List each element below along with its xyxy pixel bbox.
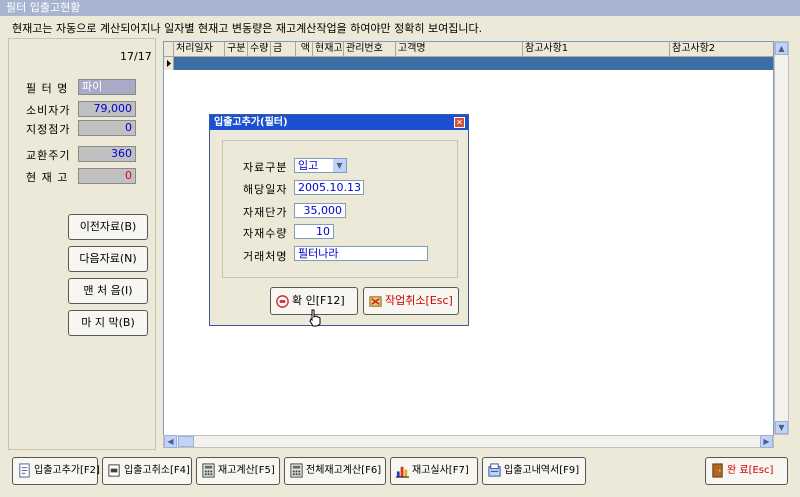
- data-type-select[interactable]: 입고 ▼: [294, 158, 347, 173]
- add-inout-button[interactable]: 입출고추가[F2]: [12, 457, 100, 485]
- chevron-down-icon[interactable]: ▼: [333, 159, 346, 172]
- vendor-label: 거래처명: [243, 250, 288, 263]
- cancel-inout-button[interactable]: 입출고취소[F4]: [102, 457, 192, 485]
- prev-record-button[interactable]: 이전자료(B): [68, 214, 148, 240]
- hand-cursor-icon: [309, 309, 321, 327]
- scroll-left-arrow-icon[interactable]: ◀: [164, 435, 177, 448]
- stock-audit-label: 재고실사[F7]: [412, 465, 469, 476]
- stock-audit-button[interactable]: 재고실사[F7]: [390, 457, 478, 485]
- consumer-price-value: 79,000: [78, 101, 136, 117]
- col-manage-no[interactable]: 관리번호: [344, 42, 396, 56]
- stock-calc-button[interactable]: 재고계산[F5]: [196, 457, 280, 485]
- col-note1[interactable]: 참고사항1: [523, 42, 670, 56]
- confirm-label: 확 인[F12]: [292, 294, 345, 307]
- cancel-icon: [369, 295, 382, 307]
- current-stock-value: 0: [78, 168, 136, 184]
- left-panel: [8, 38, 156, 450]
- main-window: 필터 입출고현황 현재고는 자동으로 계산되어지나 일자별 현재고 변동량은 재…: [0, 0, 800, 497]
- close-icon[interactable]: ✕: [454, 117, 465, 128]
- record-counter: 17/17: [120, 50, 152, 63]
- row-indicator-header: [164, 42, 174, 56]
- cancel-label: 작업취소[Esc]: [385, 294, 453, 307]
- row-indicator: [164, 57, 174, 70]
- add-inout-label: 입출고추가[F2]: [34, 465, 100, 476]
- add-inout-dialog: 입출고추가(필터) ✕ 자료구분 입고 ▼ 해당일자 2005.10.13 자재…: [209, 114, 469, 327]
- confirm-icon: [276, 294, 289, 308]
- cancel-inout-label: 입출고취소[F4]: [124, 465, 190, 476]
- col-customer[interactable]: 고객명: [396, 42, 523, 56]
- notice-text: 현재고는 자동으로 계산되어지나 일자별 현재고 변동량은 재고계산작업을 하여…: [12, 22, 483, 35]
- cancel-button[interactable]: 작업취소[Esc]: [363, 287, 459, 315]
- horizontal-scrollbar[interactable]: ◀ ▶: [163, 435, 774, 448]
- add-doc-icon: [19, 462, 30, 478]
- current-stock-label: 현 재 고: [26, 171, 69, 184]
- col-note2[interactable]: 참고사항2: [670, 42, 775, 56]
- vendor-field[interactable]: 필터나라: [294, 246, 428, 261]
- col-qty[interactable]: 수량: [248, 42, 271, 56]
- consumer-price-label: 소비자가: [26, 104, 71, 117]
- delete-doc-icon: [108, 463, 120, 477]
- designated-price-value: 0: [78, 120, 136, 136]
- next-record-button[interactable]: 다음자료(N): [68, 246, 148, 272]
- filter-name-label: 필 터 명: [26, 82, 69, 95]
- dialog-title: 입출고추가(필터): [210, 115, 468, 130]
- row-pointer-icon: [167, 60, 171, 67]
- quantity-label: 자재수량: [243, 227, 288, 240]
- scroll-right-arrow-icon[interactable]: ▶: [760, 435, 773, 448]
- unit-price-label: 자재단가: [243, 206, 288, 219]
- date-field[interactable]: 2005.10.13: [294, 180, 364, 195]
- filter-name-value: 파이: [78, 79, 136, 95]
- calculator-icon: [290, 462, 303, 478]
- window-title: 필터 입출고현황: [0, 0, 800, 16]
- designated-price-label: 지정점가: [26, 123, 71, 136]
- col-stock[interactable]: 현재고: [313, 42, 344, 56]
- last-record-button[interactable]: 마 지 막(B): [68, 310, 148, 336]
- scroll-thumb[interactable]: [178, 436, 194, 447]
- data-type-value: 입고: [298, 159, 319, 172]
- complete-label: 완 료[Esc]: [727, 465, 774, 476]
- first-record-button[interactable]: 맨 처 음(I): [68, 278, 148, 304]
- table-row[interactable]: [164, 57, 773, 70]
- date-label: 해당일자: [243, 183, 288, 196]
- scroll-down-arrow-icon[interactable]: ▼: [775, 421, 788, 434]
- vertical-scrollbar[interactable]: ▲ ▼: [774, 41, 789, 435]
- grid-header: 처리일자 구분 수량 금 액 현재고 관리번호 고객명 참고사항1 참고사항2: [164, 42, 773, 57]
- stock-calc-label: 재고계산[F5]: [218, 465, 275, 476]
- col-amount-1[interactable]: 금: [271, 42, 296, 56]
- inout-report-label: 입출고내역서[F9]: [504, 465, 580, 476]
- inout-report-button[interactable]: 입출고내역서[F9]: [482, 457, 586, 485]
- report-icon: [488, 462, 501, 477]
- exit-door-icon: [712, 462, 723, 478]
- full-stock-calc-button[interactable]: 전체재고계산[F6]: [284, 457, 386, 485]
- col-date[interactable]: 처리일자: [174, 42, 225, 56]
- exchange-cycle-value: 360: [78, 146, 136, 162]
- exchange-cycle-label: 교환주기: [26, 149, 71, 162]
- unit-price-field[interactable]: 35,000: [294, 203, 346, 218]
- quantity-field[interactable]: 10: [294, 224, 334, 239]
- full-stock-calc-label: 전체재고계산[F6]: [306, 465, 382, 476]
- calculator-icon: [202, 462, 215, 478]
- bar-chart-icon: [395, 466, 410, 478]
- col-type[interactable]: 구분: [225, 42, 248, 56]
- col-amount-2[interactable]: 액: [296, 42, 313, 56]
- complete-button[interactable]: 완 료[Esc]: [705, 457, 788, 485]
- data-type-label: 자료구분: [243, 161, 288, 174]
- scroll-up-arrow-icon[interactable]: ▲: [775, 42, 788, 55]
